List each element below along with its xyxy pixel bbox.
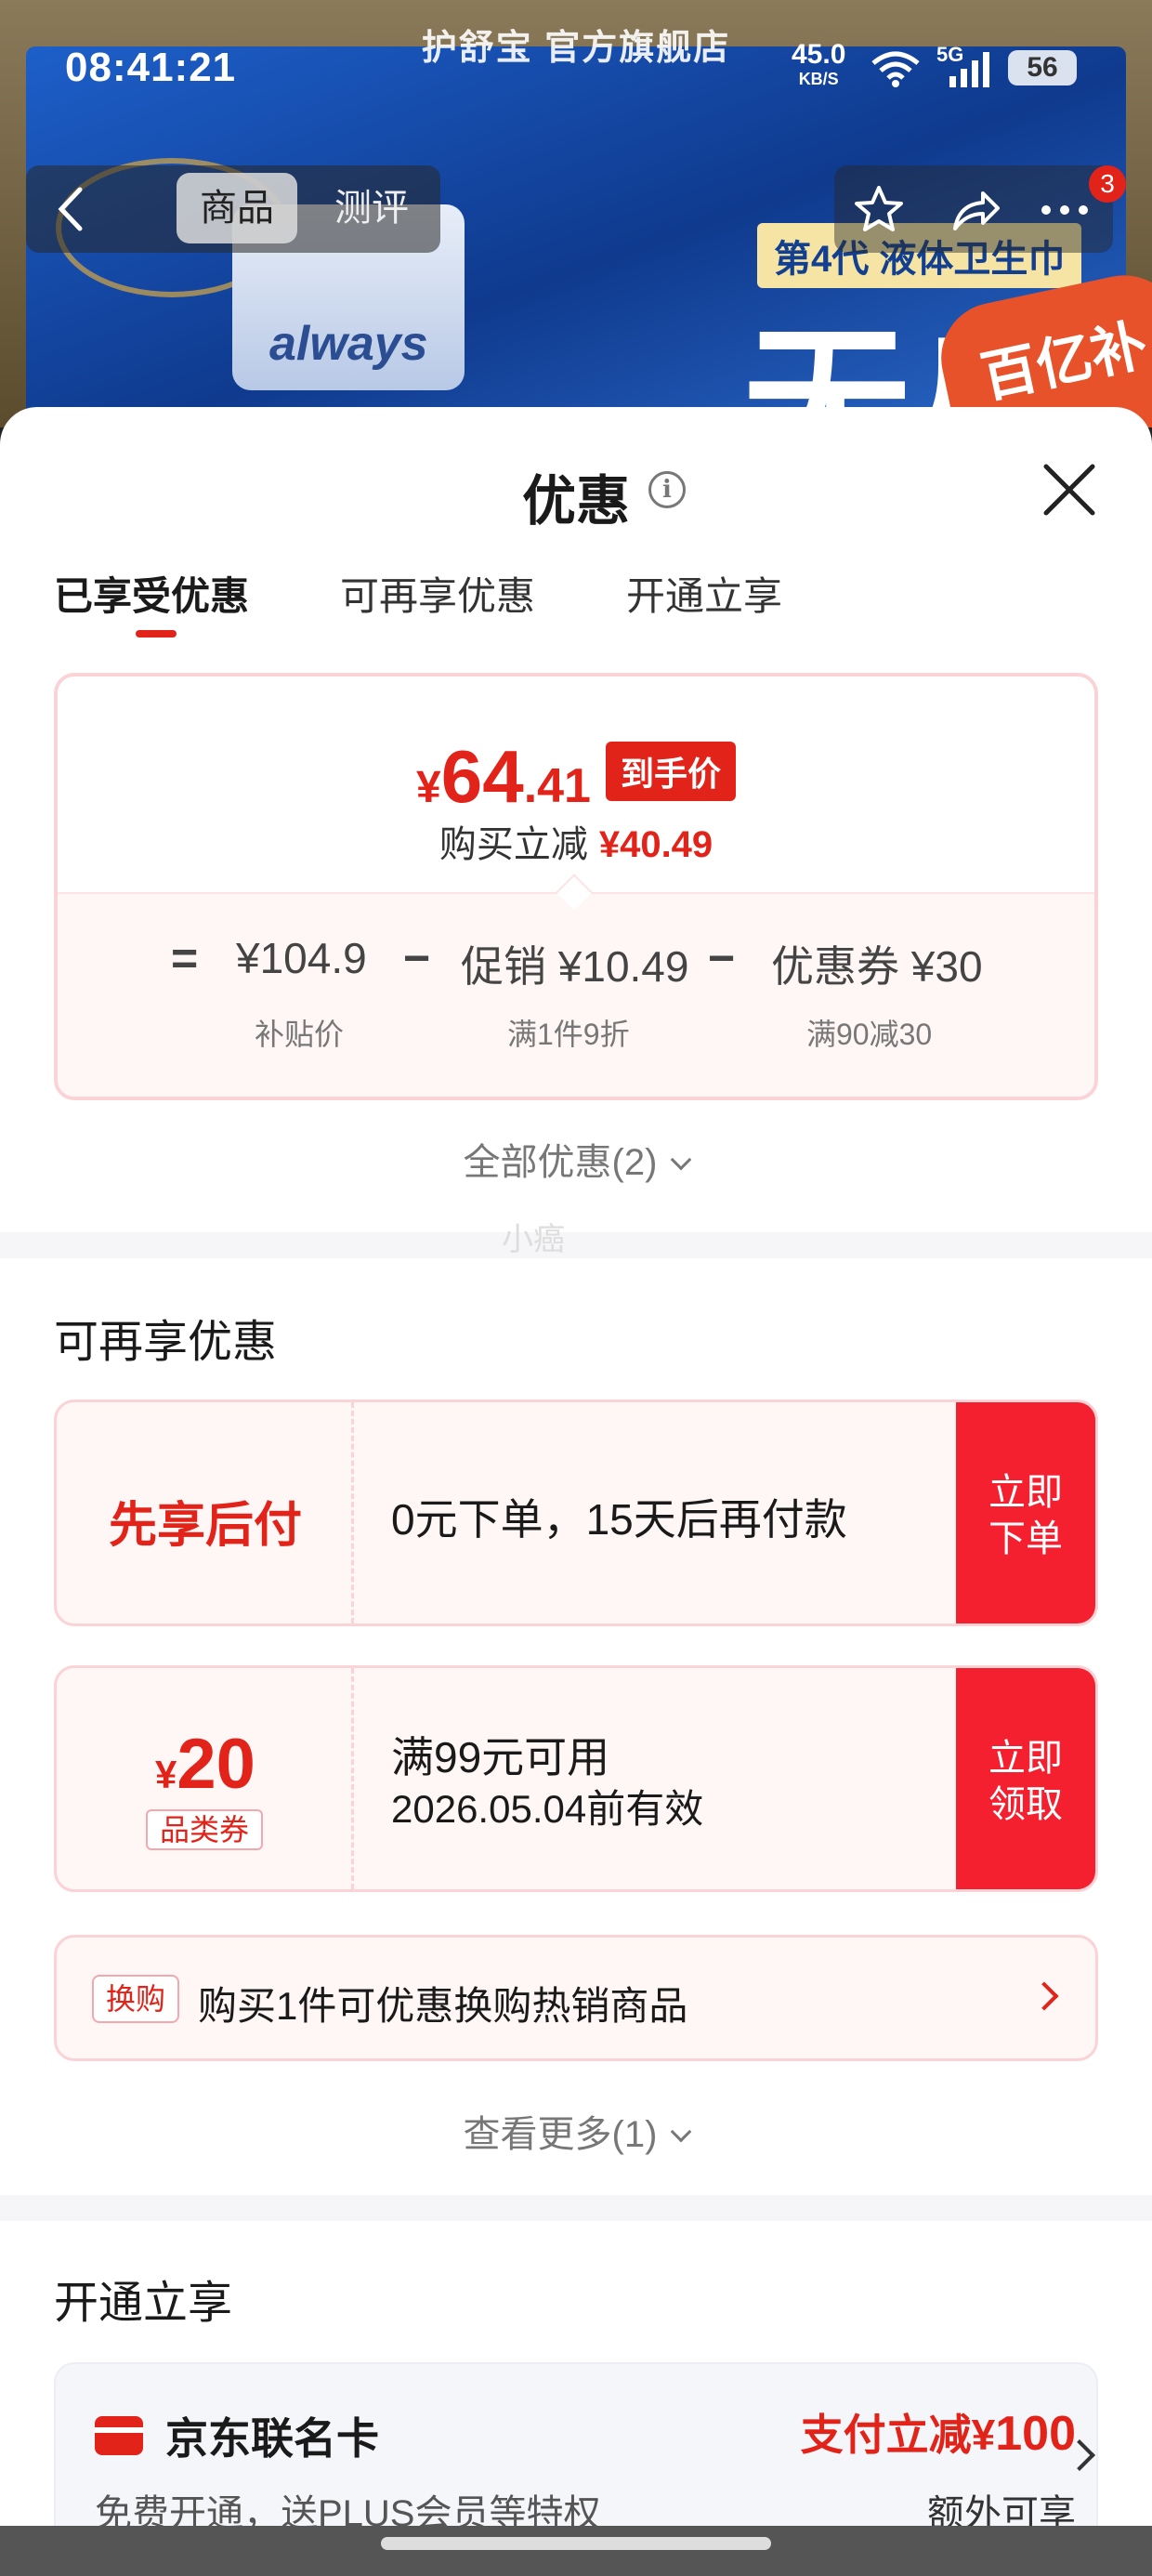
sheet-title-text: 优惠 [521, 471, 630, 532]
chevron-right-icon [1029, 1981, 1059, 2011]
chevron-down-icon [671, 2121, 692, 2143]
price-decimal: .41 [523, 759, 591, 813]
claim-line2: 领取 [988, 1784, 1063, 1825]
see-more-link[interactable]: 查看更多(1) [0, 2104, 1152, 2158]
coupon-discount-label: 满90减30 [806, 1018, 933, 1051]
signal-icon [949, 52, 989, 87]
coupon-offer-card: ¥20 品类券 满99元可用 2026.05.04前有效 立即领取 [54, 1665, 1098, 1892]
subsidy-price: ¥104.9 [236, 934, 367, 982]
coupon-currency: ¥ [155, 1753, 177, 1796]
claim-coupon-button[interactable]: 立即 领取 [956, 1668, 1095, 1889]
wifi-icon [871, 51, 920, 87]
coupon-discount: 优惠券 ¥30 [771, 942, 983, 991]
status-time: 08:41:21 [65, 45, 237, 90]
section-divider [0, 2195, 1152, 2221]
bnpl-offer-card: 先享后付 0元下单，15天后再付款 立即下单 [54, 1400, 1098, 1626]
coupon-left: ¥20 品类券 [57, 1668, 354, 1889]
coupon-amount: 20 [177, 1725, 255, 1804]
price-summary-card: ¥64.41 到手价 购买立减 ¥40.49 = ¥104.9 补贴价 − 促销 ¥… [54, 673, 1098, 1100]
nav-tab-product[interactable]: 商品 [177, 173, 297, 243]
section-divider [0, 1232, 1152, 1258]
battery-level: 56 [1008, 50, 1077, 85]
all-discounts-label: 全部优惠(2) [463, 1142, 658, 1183]
star-icon[interactable] [851, 182, 907, 238]
swap-offer-row[interactable]: 换购 购买1件可优惠换购热销商品 [54, 1935, 1098, 2061]
status-bar: 08:41:21 45.0 KB/S 5G 56 [0, 0, 1152, 139]
order-now-line1: 立即 [988, 1472, 1063, 1513]
coupon-category-tag: 品类券 [146, 1809, 263, 1850]
subsidy-price-label: 补贴价 [255, 1018, 345, 1051]
see-more-label: 查看更多(1) [463, 2114, 658, 2155]
saving-row: 购买立减 ¥40.49 [58, 814, 1094, 868]
product-brand: always [269, 317, 428, 371]
final-price: ¥64.41 [416, 734, 591, 820]
cobrand-discount: 支付立减¥100 [751, 2401, 1076, 2463]
bnpl-left: 先享后付 [57, 1402, 354, 1623]
cobrand-card-offer[interactable]: 京东联名卡 免费开通，送PLUS会员等特权 支付立减¥100 额外可享 [54, 2362, 1098, 2526]
price-integer: 64 [440, 735, 524, 818]
swap-tag: 换购 [92, 1975, 179, 2023]
cobrand-card-name: 京东联名卡 [165, 2414, 379, 2463]
back-icon[interactable] [52, 184, 89, 234]
saving-amount: ¥40.49 [598, 824, 713, 865]
close-icon[interactable] [1039, 459, 1100, 520]
claim-line1: 立即 [988, 1738, 1063, 1779]
equals-sign: = [171, 932, 199, 984]
promo-discount-label: 满1件9折 [507, 1018, 630, 1051]
home-gesture-bar[interactable] [381, 2537, 771, 2550]
discount-sheet: 优惠 i 已享受优惠 可再享优惠 开通立享 ¥64.41 到手价 购买立减 ¥40.… [0, 407, 1152, 2526]
coupon-value: ¥20 [57, 1724, 354, 1805]
saving-label: 购买立减 [439, 824, 588, 865]
tab-enjoyed[interactable]: 已享受优惠 [54, 565, 249, 622]
watermark: 小癌 [502, 1222, 565, 1257]
bnpl-text: 0元下单，15天后再付款 [391, 1495, 847, 1544]
bnpl-label: 先享后付 [108, 1499, 302, 1553]
final-price-tag: 到手价 [605, 742, 736, 801]
info-icon[interactable]: i [648, 471, 686, 508]
navigation-area [0, 2526, 1152, 2576]
credit-card-icon [95, 2416, 143, 2455]
section-title-activate: 开通立享 [54, 2279, 233, 2328]
coupon-validity: 2026.05.04前有效 [391, 1787, 704, 1831]
price-breakdown [58, 892, 1094, 1097]
cobrand-discount-prefix: 支付立减¥ [800, 2411, 996, 2459]
tab-more[interactable]: 可再享优惠 [340, 565, 535, 622]
promo-discount: 促销 ¥10.49 [461, 942, 689, 991]
final-price-row: ¥64.41 到手价 [58, 734, 1094, 820]
order-now-button[interactable]: 立即 下单 [956, 1402, 1095, 1623]
cobrand-extra: 额外可享 [927, 2493, 1076, 2526]
minus-sign: − [708, 932, 736, 984]
share-icon[interactable] [948, 182, 1003, 238]
section-title-more-offers: 可再享优惠 [54, 1318, 278, 1367]
chevron-down-icon [671, 1149, 692, 1171]
order-now-line2: 下单 [988, 1518, 1063, 1559]
tab-active-indicator [136, 630, 177, 637]
all-discounts-link[interactable]: 全部优惠(2) [0, 1132, 1152, 1186]
price-currency: ¥ [416, 763, 441, 812]
minus-sign: − [403, 932, 431, 984]
coupon-condition: 满99元可用 [391, 1733, 610, 1781]
sheet-title: 优惠 [0, 457, 1152, 535]
swap-text: 购买1件可优惠换购热销商品 [198, 1984, 688, 2028]
more-badge: 3 [1089, 165, 1126, 203]
cobrand-card-desc: 免费开通，送PLUS会员等特权 [95, 2493, 601, 2526]
cobrand-discount-amount: 100 [995, 2407, 1076, 2461]
net-speed-unit: KB/S [798, 70, 839, 88]
net-speed-value: 45.0 [792, 39, 846, 70]
tab-activate[interactable]: 开通立享 [626, 565, 782, 622]
net-speed: 45.0 KB/S [792, 41, 845, 91]
nav-tab-review[interactable]: 测评 [316, 173, 427, 243]
more-icon[interactable] [1037, 182, 1093, 238]
